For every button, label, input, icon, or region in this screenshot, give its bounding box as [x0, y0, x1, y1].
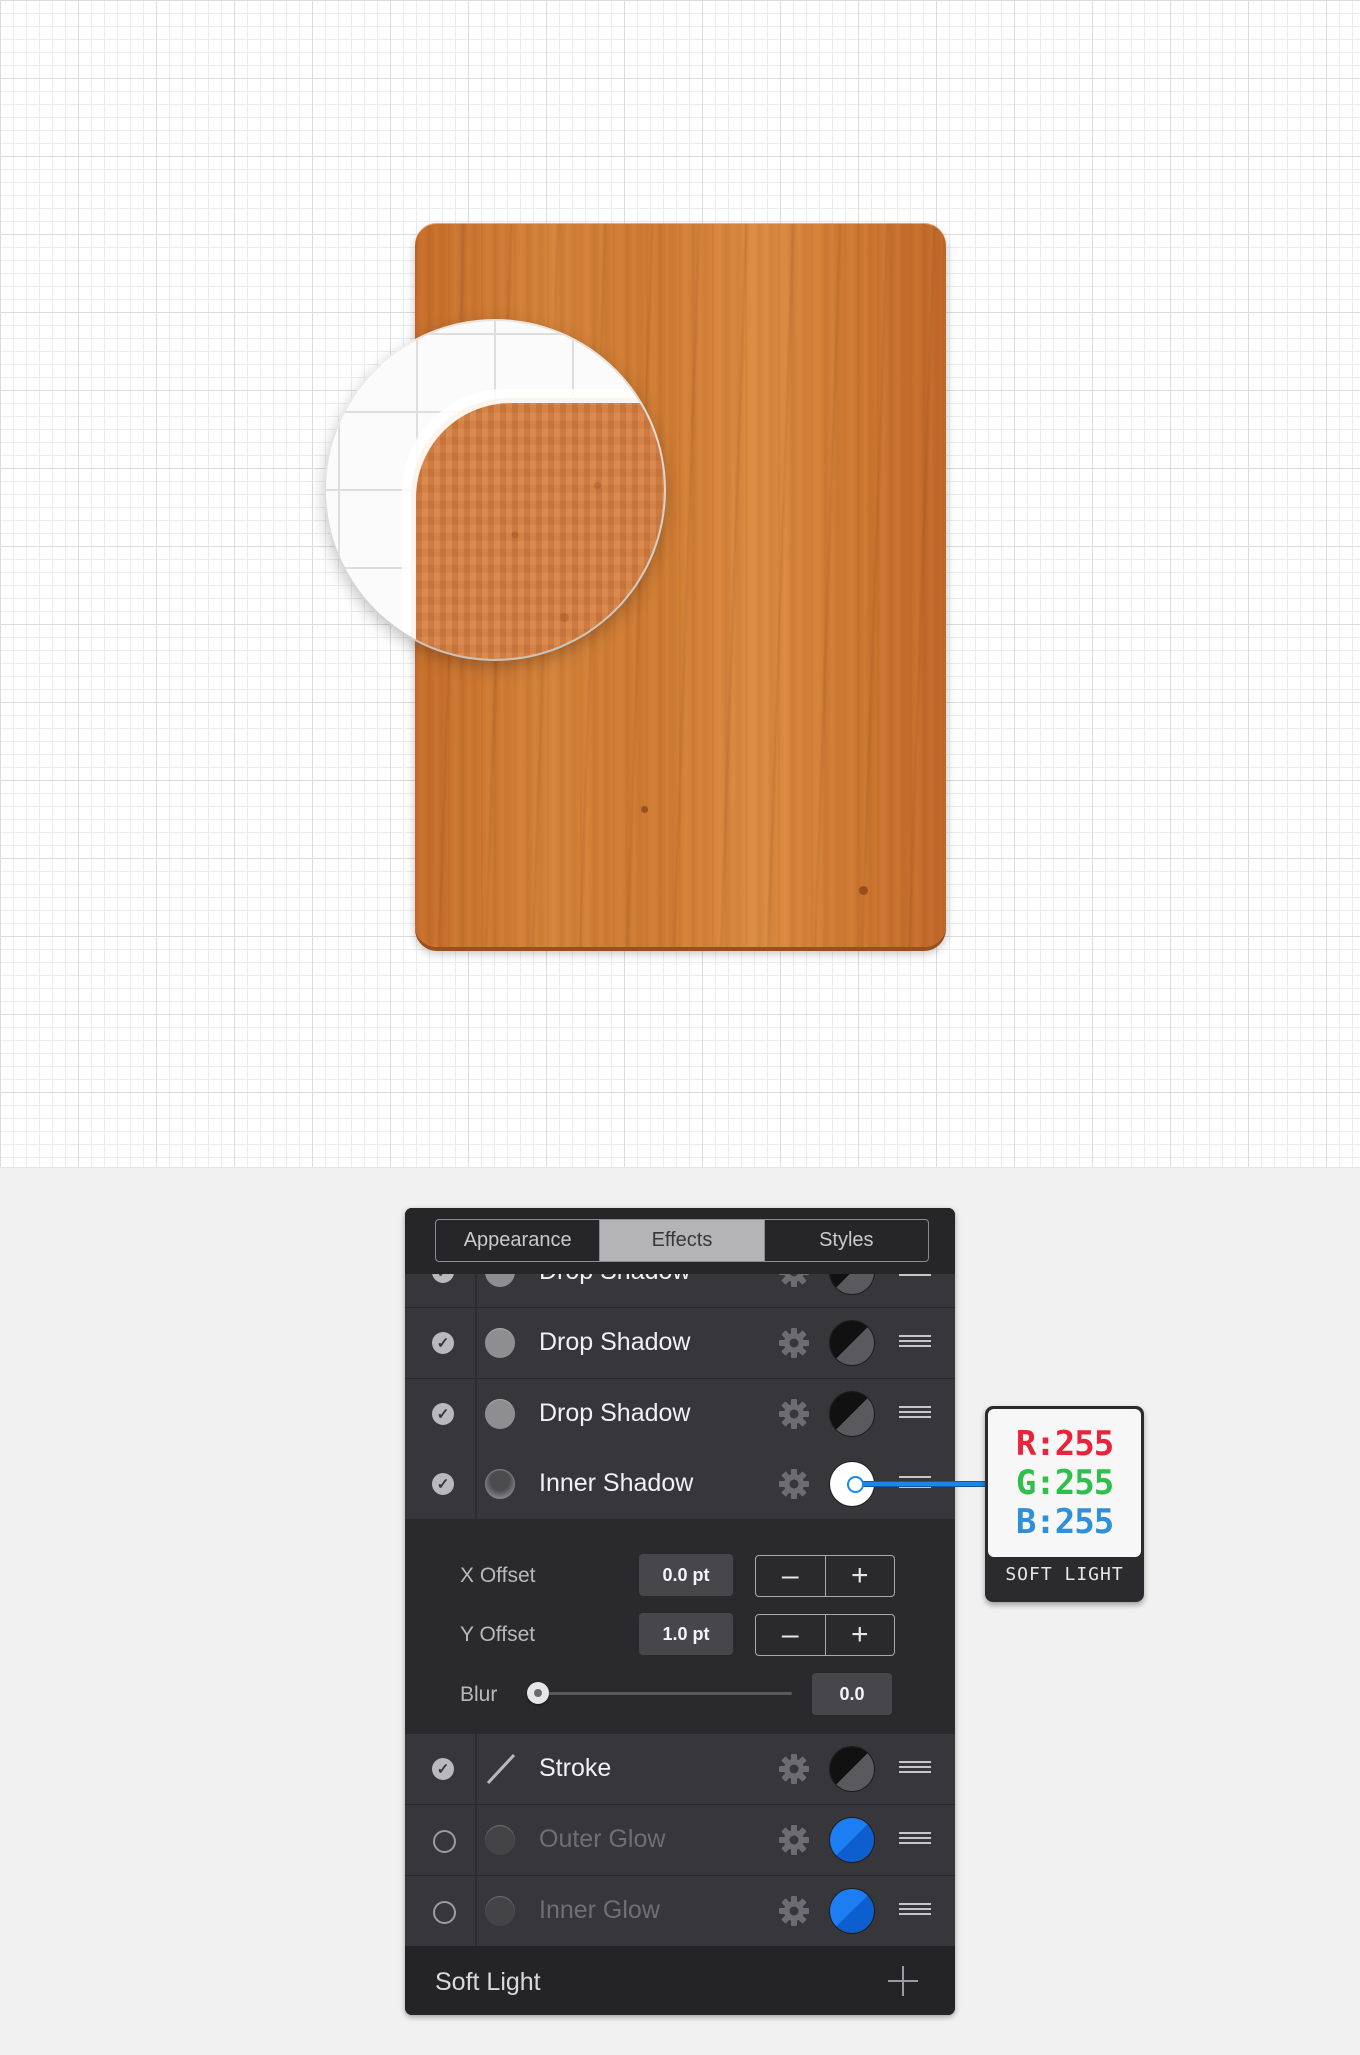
effect-row[interactable]: ✓ Drop Shadow: [405, 1379, 955, 1450]
effect-row-inner-glow[interactable]: Inner Glow: [405, 1876, 955, 1947]
drag-handle-icon[interactable]: [899, 1832, 931, 1846]
unchecked-circle-icon[interactable]: [433, 1901, 456, 1924]
drag-handle-icon[interactable]: [899, 1903, 931, 1917]
blur-label: Blur: [460, 1683, 498, 1706]
gear-icon[interactable]: [777, 1326, 811, 1360]
blend-mode-label[interactable]: Soft Light: [435, 1968, 541, 1997]
wood-knot: [641, 806, 648, 813]
increment-button[interactable]: +: [826, 1615, 895, 1655]
effect-color-swatch[interactable]: [830, 1392, 874, 1436]
row-divider: [475, 1805, 477, 1875]
x-offset-field[interactable]: 0.0 pt: [639, 1554, 733, 1596]
callout-connector-line: [860, 1482, 988, 1486]
drag-handle-icon[interactable]: [899, 1335, 931, 1349]
blend-mode-caption: SOFT LIGHT: [1005, 1564, 1124, 1585]
gear-icon[interactable]: [777, 1397, 811, 1431]
row-divider: [475, 1876, 477, 1946]
gear-icon[interactable]: [777, 1823, 811, 1857]
wood-knot: [859, 886, 868, 895]
color-callout: R:255 G:255 B:255 SOFT LIGHT: [985, 1406, 1144, 1602]
tab-effects[interactable]: Effects: [600, 1220, 765, 1261]
gear-icon[interactable]: [777, 1752, 811, 1786]
red-value: R:255: [1015, 1423, 1114, 1464]
row-divider: [475, 1734, 477, 1804]
blur-slider-handle[interactable]: [527, 1682, 549, 1704]
effect-toggle-dot[interactable]: [485, 1469, 515, 1499]
rgb-card: R:255 G:255 B:255: [988, 1409, 1141, 1557]
effect-color-swatch-blue[interactable]: [830, 1818, 874, 1862]
check-icon[interactable]: ✓: [432, 1403, 454, 1425]
x-offset-stepper[interactable]: – +: [755, 1555, 895, 1597]
plus-icon[interactable]: [888, 1966, 918, 1996]
row-divider: [475, 1449, 477, 1519]
check-icon[interactable]: ✓: [432, 1473, 454, 1495]
magnified-wood-corner: [416, 403, 664, 659]
effect-label: Inner Glow: [539, 1896, 660, 1924]
green-value: G:255: [1015, 1462, 1114, 1503]
stroke-slash-icon[interactable]: [485, 1752, 517, 1786]
effect-label: Inner Shadow: [539, 1469, 694, 1497]
effect-toggle-dot[interactable]: [485, 1399, 515, 1429]
row-divider: [475, 1308, 477, 1378]
gear-icon[interactable]: [777, 1894, 811, 1928]
segmented-tabs-overlay: Appearance Effects Styles: [435, 1219, 929, 1262]
effect-color-swatch[interactable]: [830, 1321, 874, 1365]
y-offset-field[interactable]: 1.0 pt: [639, 1613, 733, 1655]
drag-handle-icon[interactable]: [899, 1406, 931, 1420]
artboard-canvas: [0, 0, 1360, 1168]
blur-field[interactable]: 0.0: [812, 1673, 892, 1715]
panel-footer: Soft Light: [405, 1946, 955, 2015]
effect-row-stroke[interactable]: ✓ Stroke: [405, 1734, 955, 1805]
callout-pin: [847, 1476, 864, 1493]
effects-panel: Appearance Effects Styles ✓ Drop Shadow …: [405, 1208, 955, 2015]
blur-slider-track[interactable]: [538, 1692, 792, 1695]
drag-handle-icon[interactable]: [899, 1761, 931, 1775]
effect-label: Stroke: [539, 1754, 612, 1782]
x-offset-label: X Offset: [460, 1564, 536, 1587]
decrement-button[interactable]: –: [756, 1615, 826, 1655]
decrement-button[interactable]: –: [756, 1556, 826, 1596]
row-divider: [475, 1379, 477, 1449]
increment-button[interactable]: +: [826, 1556, 895, 1596]
tab-appearance[interactable]: Appearance: [436, 1220, 601, 1261]
magnifier-zoom-view: [326, 321, 664, 659]
y-offset-label: Y Offset: [460, 1623, 536, 1646]
effect-row-outer-glow[interactable]: Outer Glow: [405, 1805, 955, 1876]
check-icon[interactable]: ✓: [432, 1758, 454, 1780]
tab-styles[interactable]: Styles: [765, 1220, 928, 1261]
effect-color-swatch-blue[interactable]: [830, 1889, 874, 1933]
effect-label: Drop Shadow: [539, 1399, 691, 1427]
inner-shadow-settings: X Offset 0.0 pt – + Y Offset 1.0 pt – + …: [405, 1520, 955, 1742]
effect-toggle-dot[interactable]: [485, 1328, 515, 1358]
effect-toggle-dot[interactable]: [485, 1825, 515, 1855]
effect-label: Outer Glow: [539, 1825, 666, 1853]
effect-toggle-dot[interactable]: [485, 1896, 515, 1926]
effect-label: Drop Shadow: [539, 1328, 691, 1356]
y-offset-stepper[interactable]: – +: [755, 1614, 895, 1656]
effect-color-swatch[interactable]: [830, 1747, 874, 1791]
check-icon[interactable]: ✓: [432, 1332, 454, 1354]
blue-value: B:255: [1015, 1501, 1114, 1542]
gear-icon[interactable]: [777, 1467, 811, 1501]
effect-row[interactable]: ✓ Drop Shadow: [405, 1308, 955, 1379]
unchecked-circle-icon[interactable]: [433, 1830, 456, 1853]
